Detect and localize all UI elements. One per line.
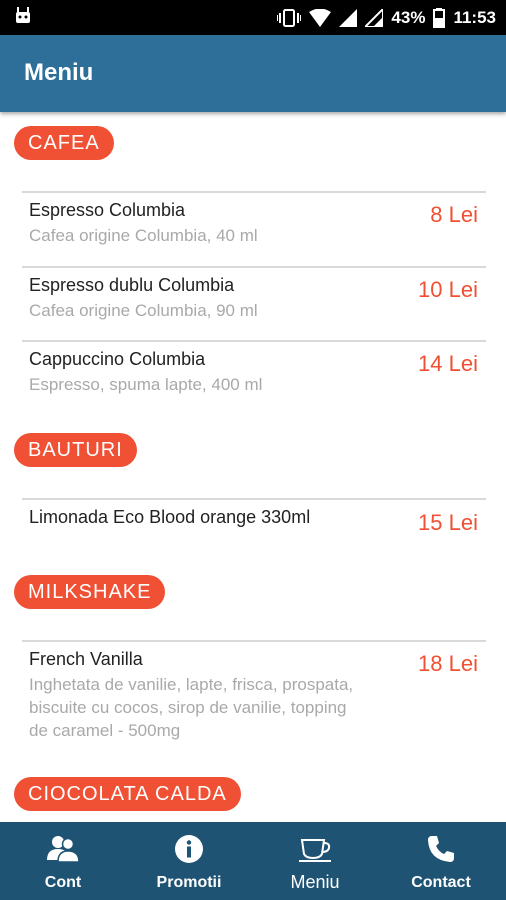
item-description: Inghetata de vanilie, lapte, frisca, pro…: [29, 675, 354, 740]
nav-label: Contact: [411, 874, 471, 891]
phone-icon: [428, 836, 454, 862]
bottom-navigation: Cont Promotii Meniu Contact: [0, 822, 506, 900]
users-icon: [47, 836, 79, 863]
android-notification-icon: [16, 7, 30, 23]
item-name: Espresso Columbia: [29, 200, 186, 220]
nav-label: Promotii: [156, 874, 222, 891]
page-title: Meniu: [24, 59, 94, 86]
nav-item-meniu[interactable]: Meniu: [252, 822, 378, 900]
menu-item[interactable]: Limonada Eco Blood orange 330ml 15 Lei: [22, 498, 486, 550]
item-name: Cappuccino Columbia: [29, 349, 206, 369]
item-description: Cafea origine Columbia, 90 ml: [29, 301, 258, 320]
wifi-icon: [309, 8, 332, 27]
item-price: 10 Lei: [418, 277, 478, 302]
nav-item-promotii[interactable]: Promotii: [126, 822, 252, 900]
coffee-cup-icon: [299, 839, 331, 862]
item-name: French Vanilla: [29, 649, 143, 669]
vibrate-icon: [277, 8, 302, 27]
section-header-milkshake: MILKSHAKE: [14, 575, 166, 609]
info-icon: [175, 835, 203, 863]
menu-list[interactable]: CAFEA Espresso Columbia Cafea origine Co…: [0, 112, 506, 822]
item-price: 18 Lei: [418, 651, 478, 676]
section-header-bauturi: BAUTURI: [14, 433, 137, 467]
nav-item-cont[interactable]: Cont: [0, 822, 126, 900]
section-header-cafea: CAFEA: [14, 126, 114, 160]
battery-icon: [433, 7, 446, 28]
status-bar: 43% 11:53: [0, 0, 506, 35]
nav-label: Cont: [44, 874, 82, 891]
app-bar: Meniu: [0, 35, 506, 112]
section-header-ciocolata-calda: CIOCOLATA CALDA: [14, 777, 241, 811]
item-description: Cafea origine Columbia, 40 ml: [29, 226, 258, 245]
item-price: 8 Lei: [430, 202, 478, 227]
menu-item[interactable]: Espresso Columbia Cafea origine Columbia…: [22, 191, 486, 267]
signal-secondary-icon: [365, 8, 384, 27]
signal-icon: [339, 8, 358, 27]
item-name: Limonada Eco Blood orange 330ml: [29, 507, 311, 527]
item-name: Espresso dublu Columbia: [29, 275, 235, 295]
nav-item-contact[interactable]: Contact: [378, 822, 504, 900]
menu-item[interactable]: Espresso dublu Columbia Cafea origine Co…: [22, 266, 486, 342]
item-description: Espresso, spuma lapte, 400 ml: [29, 375, 263, 394]
item-price: 14 Lei: [418, 351, 478, 376]
item-price: 15 Lei: [418, 510, 478, 535]
clock: 11:53: [453, 7, 496, 27]
nav-label: Meniu: [290, 872, 340, 892]
battery-percentage: 43%: [391, 7, 426, 27]
menu-item[interactable]: Cappuccino Columbia Espresso, spuma lapt…: [22, 340, 486, 416]
menu-item[interactable]: French Vanilla Inghetata de vanilie, lap…: [22, 640, 486, 762]
